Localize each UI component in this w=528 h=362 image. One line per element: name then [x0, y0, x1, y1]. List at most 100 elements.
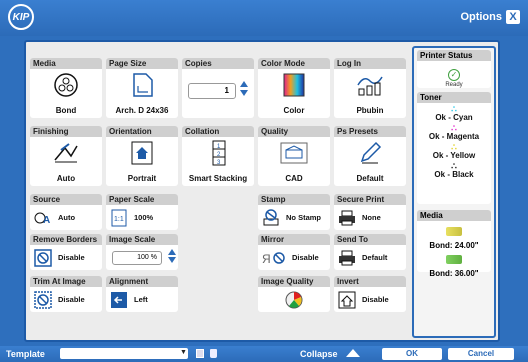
- top-bar: KIP Options X: [0, 0, 528, 36]
- media-roll-2: Bond: 36.00": [417, 251, 491, 278]
- printer-icon: [338, 249, 356, 267]
- tile-page-size[interactable]: Page Size Arch. D 24x36: [106, 58, 178, 118]
- tile-invert-value: Disable: [362, 295, 389, 304]
- toner-drops-icon: ∴: [451, 104, 457, 114]
- pen-icon: [356, 140, 384, 166]
- toner-magenta-text: Ok - Magenta: [428, 132, 480, 141]
- chevron-up-icon[interactable]: [346, 349, 360, 357]
- tile-media[interactable]: Media Bond: [30, 58, 102, 118]
- stepper-up-icon[interactable]: [168, 248, 176, 255]
- tile-collation-label: Collation: [182, 126, 254, 137]
- svg-text:1:1: 1:1: [114, 216, 124, 223]
- tile-color-mode[interactable]: Color Mode Color: [258, 58, 330, 118]
- kip-logo: KIP: [8, 4, 34, 30]
- tile-remove-borders[interactable]: Remove Borders Disable: [30, 234, 102, 270]
- color-wheel-icon: [285, 291, 303, 309]
- finishing-fold-icon: [52, 140, 80, 166]
- toner-yellow: ∴ Ok - Yellow: [417, 142, 491, 161]
- tile-finishing-label: Finishing: [30, 126, 102, 137]
- chevron-down-icon[interactable]: ▼: [180, 349, 187, 356]
- tile-secure-print[interactable]: Secure Print None: [334, 194, 406, 230]
- tile-send-to[interactable]: Send To Default: [334, 234, 406, 270]
- toner-black-text: Ok - Black: [434, 170, 474, 179]
- tile-send-to-value: Default: [362, 253, 388, 262]
- tile-source-value: Auto: [58, 213, 76, 222]
- printer-status-box: Printer Status ✓ Ready: [417, 50, 491, 88]
- tile-secure-print-value: None: [362, 213, 381, 222]
- tile-color-mode-label: Color Mode: [258, 58, 330, 69]
- tile-log-in-value: Pbubin: [356, 106, 384, 115]
- tile-media-value: Bond: [55, 106, 77, 115]
- stepper-up-icon[interactable]: [240, 81, 248, 87]
- toner-drops-icon: ∴: [451, 161, 457, 171]
- tile-log-in-label: Log In: [334, 58, 406, 69]
- collapse-label[interactable]: Collapse: [300, 349, 338, 359]
- media-roll-icon: [446, 227, 462, 236]
- tile-finishing[interactable]: Finishing Auto: [30, 126, 102, 186]
- tile-orientation[interactable]: Orientation Portrait: [106, 126, 178, 186]
- media-status-label: Media: [417, 210, 491, 221]
- tile-remove-borders-label: Remove Borders: [30, 234, 102, 245]
- toner-magenta: ∴ Ok - Magenta: [417, 124, 491, 142]
- tile-collation[interactable]: Collation 123 Smart Stacking: [182, 126, 254, 186]
- no-trim-icon: [34, 290, 52, 309]
- tile-alignment[interactable]: Alignment Left: [106, 276, 178, 312]
- tile-source[interactable]: Source A Auto: [30, 194, 102, 230]
- toner-cyan-text: Ok - Cyan: [435, 113, 473, 122]
- tile-image-quality-label: Image Quality: [258, 276, 330, 287]
- tile-stamp-value: No Stamp: [286, 213, 322, 222]
- tile-paper-scale[interactable]: Paper Scale 1:1 100%: [106, 194, 178, 230]
- copies-stepper[interactable]: [240, 81, 248, 101]
- cad-drawing-icon: [280, 140, 308, 166]
- tile-color-mode-value: Color: [283, 106, 305, 115]
- usage-chart-icon: [356, 72, 384, 98]
- close-button[interactable]: X: [506, 10, 520, 24]
- media-roll-1: Bond: 24.00": [417, 223, 491, 250]
- stepper-down-icon[interactable]: [240, 90, 248, 96]
- svg-text:Я: Я: [262, 252, 271, 266]
- tile-alignment-label: Alignment: [106, 276, 178, 287]
- printer-status-label: Printer Status: [417, 50, 491, 61]
- tile-stamp-label: Stamp: [258, 194, 330, 205]
- invert-home-icon: [338, 291, 356, 309]
- tile-page-size-value: Arch. D 24x36: [115, 106, 169, 115]
- tile-image-scale[interactable]: Image Scale 100 %: [106, 234, 178, 270]
- save-icon[interactable]: [196, 349, 204, 358]
- tile-copies[interactable]: Copies 1: [182, 58, 254, 118]
- tile-trim-at-image[interactable]: Trim At Image Disable: [30, 276, 102, 312]
- media-roll-icon: [446, 255, 462, 264]
- template-input[interactable]: [60, 348, 188, 359]
- tile-collation-value: Smart Stacking: [188, 174, 248, 183]
- tile-invert-label: Invert: [334, 276, 406, 287]
- tile-quality[interactable]: Quality CAD: [258, 126, 330, 186]
- source-auto-icon: A: [34, 209, 52, 227]
- tile-image-quality[interactable]: Image Quality: [258, 276, 330, 312]
- image-scale-stepper[interactable]: [168, 248, 176, 267]
- copies-input[interactable]: 1: [188, 83, 236, 99]
- tile-mirror-value: Disable: [292, 253, 319, 262]
- tile-ps-presets[interactable]: Ps Presets Default: [334, 126, 406, 186]
- tile-stamp[interactable]: Stamp No Stamp: [258, 194, 330, 230]
- stepper-down-icon[interactable]: [168, 256, 176, 263]
- trash-icon[interactable]: [210, 349, 217, 358]
- tile-invert[interactable]: Invert Disable: [334, 276, 406, 312]
- no-border-icon: [34, 248, 52, 267]
- portrait-home-icon: [128, 140, 156, 166]
- page-size-icon: [128, 72, 156, 98]
- toner-drops-icon: ∴: [451, 142, 457, 152]
- tile-quality-value: CAD: [285, 174, 303, 183]
- cancel-button[interactable]: Cancel: [448, 348, 514, 360]
- tile-ps-presets-label: Ps Presets: [334, 126, 406, 137]
- media-roll-1-text: Bond: 24.00": [429, 241, 479, 250]
- tile-quality-label: Quality: [258, 126, 330, 137]
- tile-orientation-label: Orientation: [106, 126, 178, 137]
- tile-mirror[interactable]: Mirror Я Disable: [258, 234, 330, 270]
- media-rolls-icon: [52, 72, 80, 98]
- tile-media-label: Media: [30, 58, 102, 69]
- tile-log-in[interactable]: Log In Pbubin: [334, 58, 406, 118]
- ok-button[interactable]: OK: [382, 348, 442, 360]
- options-label[interactable]: Options: [460, 11, 502, 23]
- mirror-disabled-icon: Я: [262, 249, 286, 267]
- ready-icon: ✓: [448, 69, 460, 81]
- image-scale-input[interactable]: 100 %: [112, 250, 162, 265]
